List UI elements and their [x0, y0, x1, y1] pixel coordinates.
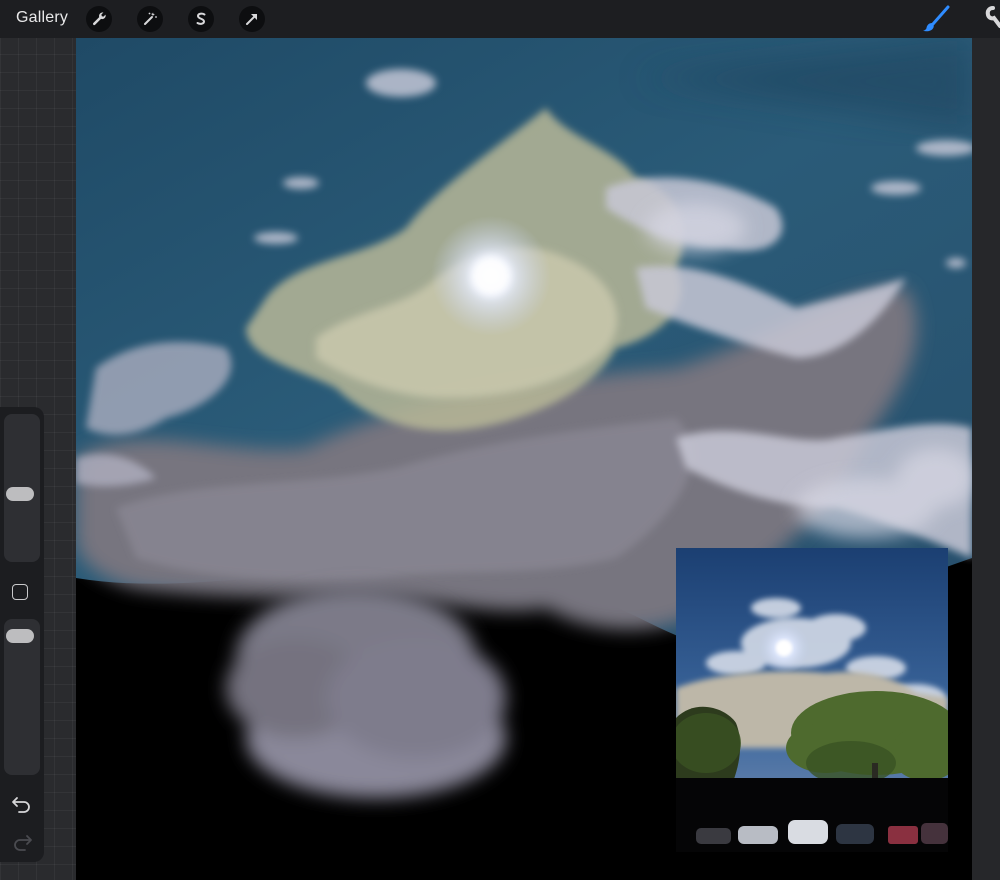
- brush-size-slider[interactable]: [4, 414, 40, 562]
- opacity-slider[interactable]: [4, 619, 40, 775]
- brush-size-slider-thumb[interactable]: [6, 486, 34, 501]
- opacity-slider-thumb[interactable]: [6, 629, 34, 643]
- right-edge-panel: [972, 38, 1000, 880]
- redo-arrow-icon[interactable]: [11, 833, 33, 851]
- magic-wand-icon: [144, 12, 157, 25]
- left-sidebar: [0, 407, 44, 862]
- photo-of-moon-clouds-trees-cars: [676, 548, 948, 852]
- actions-button[interactable]: [86, 6, 112, 32]
- undo-arrow-icon[interactable]: [11, 795, 33, 813]
- transform-arrow-icon: [246, 14, 257, 25]
- top-toolbar: Gallery: [0, 0, 1000, 38]
- selection-button[interactable]: [188, 6, 214, 32]
- selection-s-icon: [196, 12, 206, 25]
- smudge-icon[interactable]: [984, 5, 1000, 33]
- gallery-button[interactable]: Gallery: [16, 9, 68, 27]
- transform-button[interactable]: [239, 6, 265, 32]
- adjustments-button[interactable]: [137, 6, 163, 32]
- reference-image[interactable]: [676, 548, 948, 852]
- wrench-icon: [92, 12, 106, 26]
- square-icon[interactable]: [12, 584, 28, 600]
- paint-brush-icon[interactable]: [920, 5, 952, 33]
